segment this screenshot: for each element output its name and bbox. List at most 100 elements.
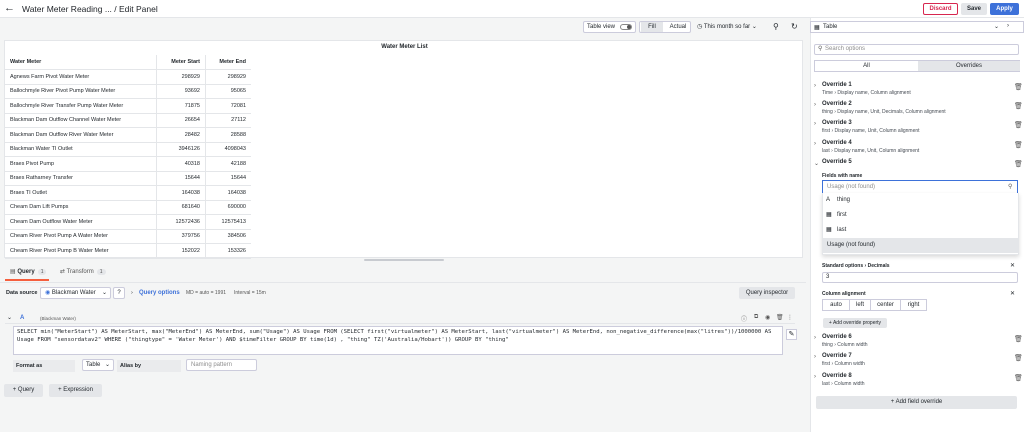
chevron-right-icon[interactable]: › bbox=[814, 121, 816, 127]
chevron-right-icon[interactable]: › bbox=[814, 141, 816, 147]
chevron-right-icon[interactable]: › bbox=[814, 83, 816, 89]
fields-with-name-input[interactable]: Usage (not found) ⚲ bbox=[822, 180, 1018, 194]
apply-button[interactable]: Apply bbox=[990, 3, 1019, 15]
zoom-out-icon[interactable]: ⚲ bbox=[773, 22, 779, 31]
pencil-icon[interactable]: ✎ bbox=[786, 329, 797, 340]
override-summary: first › Display name, Unit, Column align… bbox=[822, 128, 920, 134]
chevron-right-icon[interactable]: › bbox=[814, 102, 816, 108]
help-icon[interactable]: ⓘ bbox=[741, 314, 747, 323]
refresh-icon[interactable]: ↻ bbox=[791, 22, 798, 31]
search-options-input[interactable]: ⚲ Search options bbox=[814, 44, 1019, 55]
field-option-last[interactable]: ▦ last bbox=[823, 223, 1018, 238]
table-cell: Cheam River Pivot Pump B Water Meter bbox=[5, 243, 157, 259]
sql-editor[interactable]: SELECT min("MeterStart") AS MeterStart, … bbox=[13, 326, 783, 355]
table-cell: Braes Ratharney Transfer bbox=[5, 171, 157, 186]
alias-by-label: Alias by bbox=[117, 360, 181, 372]
add-expression-button[interactable]: + Expression bbox=[49, 384, 102, 397]
override-item[interactable]: Override 4 last › Display name, Unit, Col… bbox=[822, 140, 919, 154]
trash-icon[interactable]: 🗑 bbox=[1014, 121, 1023, 129]
collapse-icon[interactable]: ⌄ bbox=[7, 314, 12, 321]
tab-transform[interactable]: ⇄ Transform 1 bbox=[60, 268, 106, 275]
override-summary: first › Column width bbox=[822, 361, 865, 367]
tab-overrides[interactable]: Overrides bbox=[918, 61, 1020, 71]
override-summary: Time › Display name, Column alignment bbox=[822, 90, 911, 96]
query-ref-id[interactable]: A bbox=[20, 315, 24, 321]
add-field-override-button[interactable]: + Add field override bbox=[816, 396, 1017, 409]
table-cell: 27112 bbox=[204, 113, 251, 128]
column-header[interactable]: Meter End bbox=[204, 55, 251, 70]
duplicate-icon[interactable]: ⧉ bbox=[754, 314, 758, 321]
override-item[interactable]: Override 3 first › Display name, Unit, Co… bbox=[822, 120, 920, 134]
discard-button[interactable]: Discard bbox=[923, 3, 958, 15]
table-cell: Blackman Dam Outflow River Water Meter bbox=[5, 127, 157, 143]
override-title: Override 2 bbox=[822, 101, 852, 107]
fill-button[interactable]: Fill bbox=[641, 22, 663, 32]
align-right[interactable]: right bbox=[900, 299, 927, 311]
override-field: Time bbox=[822, 90, 833, 96]
fields-with-name-label: Fields with name bbox=[822, 173, 863, 179]
align-auto[interactable]: auto bbox=[822, 299, 850, 311]
chevron-right-icon[interactable]: › bbox=[1007, 23, 1009, 29]
chevron-right-icon[interactable]: › bbox=[814, 335, 816, 341]
data-source-picker[interactable]: ◉ Blackman Water ⌄ bbox=[40, 287, 111, 299]
toggle-switch[interactable] bbox=[620, 24, 632, 30]
alias-by-input[interactable]: Naming pattern bbox=[186, 359, 257, 371]
field-option-usage[interactable]: Usage (not found) bbox=[823, 238, 1018, 253]
save-button[interactable]: Save bbox=[961, 3, 987, 15]
options-tabs: All Overrides bbox=[814, 60, 1020, 72]
splitter-handle[interactable] bbox=[364, 259, 444, 261]
query-inspector-button[interactable]: Query inspector bbox=[739, 287, 795, 299]
actual-button[interactable]: Actual bbox=[667, 22, 689, 32]
override-item[interactable]: Override 1 Time › Display name, Column al… bbox=[822, 82, 911, 96]
table-view-toggle[interactable]: Table view bbox=[583, 21, 636, 33]
close-icon[interactable]: ✕ bbox=[1010, 262, 1015, 269]
align-left[interactable]: left bbox=[849, 299, 871, 311]
override-item[interactable]: Override 5 bbox=[822, 159, 852, 165]
table-cell: Blackman Dam Outflow Channel Water Meter bbox=[5, 113, 157, 128]
column-alignment-label: Column alignment bbox=[822, 291, 866, 297]
override-item[interactable]: Override 8 last › Column width bbox=[822, 373, 865, 387]
trash-icon[interactable]: 🗑 bbox=[1014, 83, 1023, 91]
eye-icon[interactable]: ◉ bbox=[765, 314, 770, 321]
override-item[interactable]: Override 6 thing › Column width bbox=[822, 334, 868, 348]
close-icon[interactable]: ✕ bbox=[1010, 290, 1015, 297]
field-option-thing[interactable]: Athing bbox=[823, 193, 1018, 208]
arrow-left-icon[interactable]: ← bbox=[4, 3, 15, 14]
override-title: Override 6 bbox=[822, 334, 852, 340]
trash-icon[interactable]: 🗑 bbox=[776, 314, 784, 321]
add-override-property-label: Add override property bbox=[832, 320, 882, 326]
table-cell: Braes TI Outlet bbox=[5, 185, 157, 201]
trash-icon[interactable]: 🗑 bbox=[1014, 335, 1023, 343]
decimals-input[interactable]: 3 bbox=[822, 272, 1018, 283]
table-row: Braes TI Outlet 164038 164038 bbox=[5, 185, 251, 201]
trash-icon[interactable]: 🗑 bbox=[1014, 354, 1023, 362]
trash-icon[interactable]: 🗑 bbox=[1014, 160, 1023, 168]
chevron-right-icon[interactable]: › bbox=[814, 354, 816, 360]
trash-icon[interactable]: 🗑 bbox=[1014, 141, 1023, 149]
tab-all[interactable]: All bbox=[815, 61, 918, 71]
standard-options-breadcrumb: Standard options › Decimals bbox=[822, 263, 890, 269]
trash-icon[interactable]: 🗑 bbox=[1014, 374, 1023, 382]
chevron-right-icon[interactable]: › bbox=[814, 374, 816, 380]
add-query-button[interactable]: + Query bbox=[4, 384, 43, 397]
column-header[interactable]: Water Meter bbox=[5, 55, 157, 70]
field-option-first[interactable]: ▦ first bbox=[823, 208, 1018, 223]
column-header[interactable]: Meter Start bbox=[156, 55, 206, 70]
visualization-picker[interactable]: ▦ Table ⌄ › bbox=[810, 21, 1024, 33]
number-type-icon: ▦ bbox=[826, 212, 832, 218]
align-center[interactable]: center bbox=[870, 299, 901, 311]
add-override-property-button[interactable]: + Add override property bbox=[823, 318, 887, 328]
tab-query[interactable]: ▤ Query 1 bbox=[10, 268, 47, 275]
drag-handle-icon[interactable]: ⋮ bbox=[787, 314, 793, 321]
query-editor bbox=[0, 282, 806, 432]
chevron-down-icon[interactable]: ⌄ bbox=[814, 160, 819, 167]
format-as-select[interactable]: Table ⌄ bbox=[82, 359, 114, 371]
query-options-link[interactable]: Query options bbox=[139, 290, 180, 296]
info-icon[interactable]: ? bbox=[113, 287, 125, 299]
override-item[interactable]: Override 7 first › Column width bbox=[822, 353, 865, 367]
trash-icon[interactable]: 🗑 bbox=[1014, 102, 1023, 110]
override-title: Override 3 bbox=[822, 120, 852, 126]
table-cell: 3946126 bbox=[156, 142, 206, 157]
time-range-picker[interactable]: ◷ This month so far ⌄ bbox=[697, 22, 757, 32]
override-item[interactable]: Override 2 thing › Display name, Unit, De… bbox=[822, 101, 946, 115]
